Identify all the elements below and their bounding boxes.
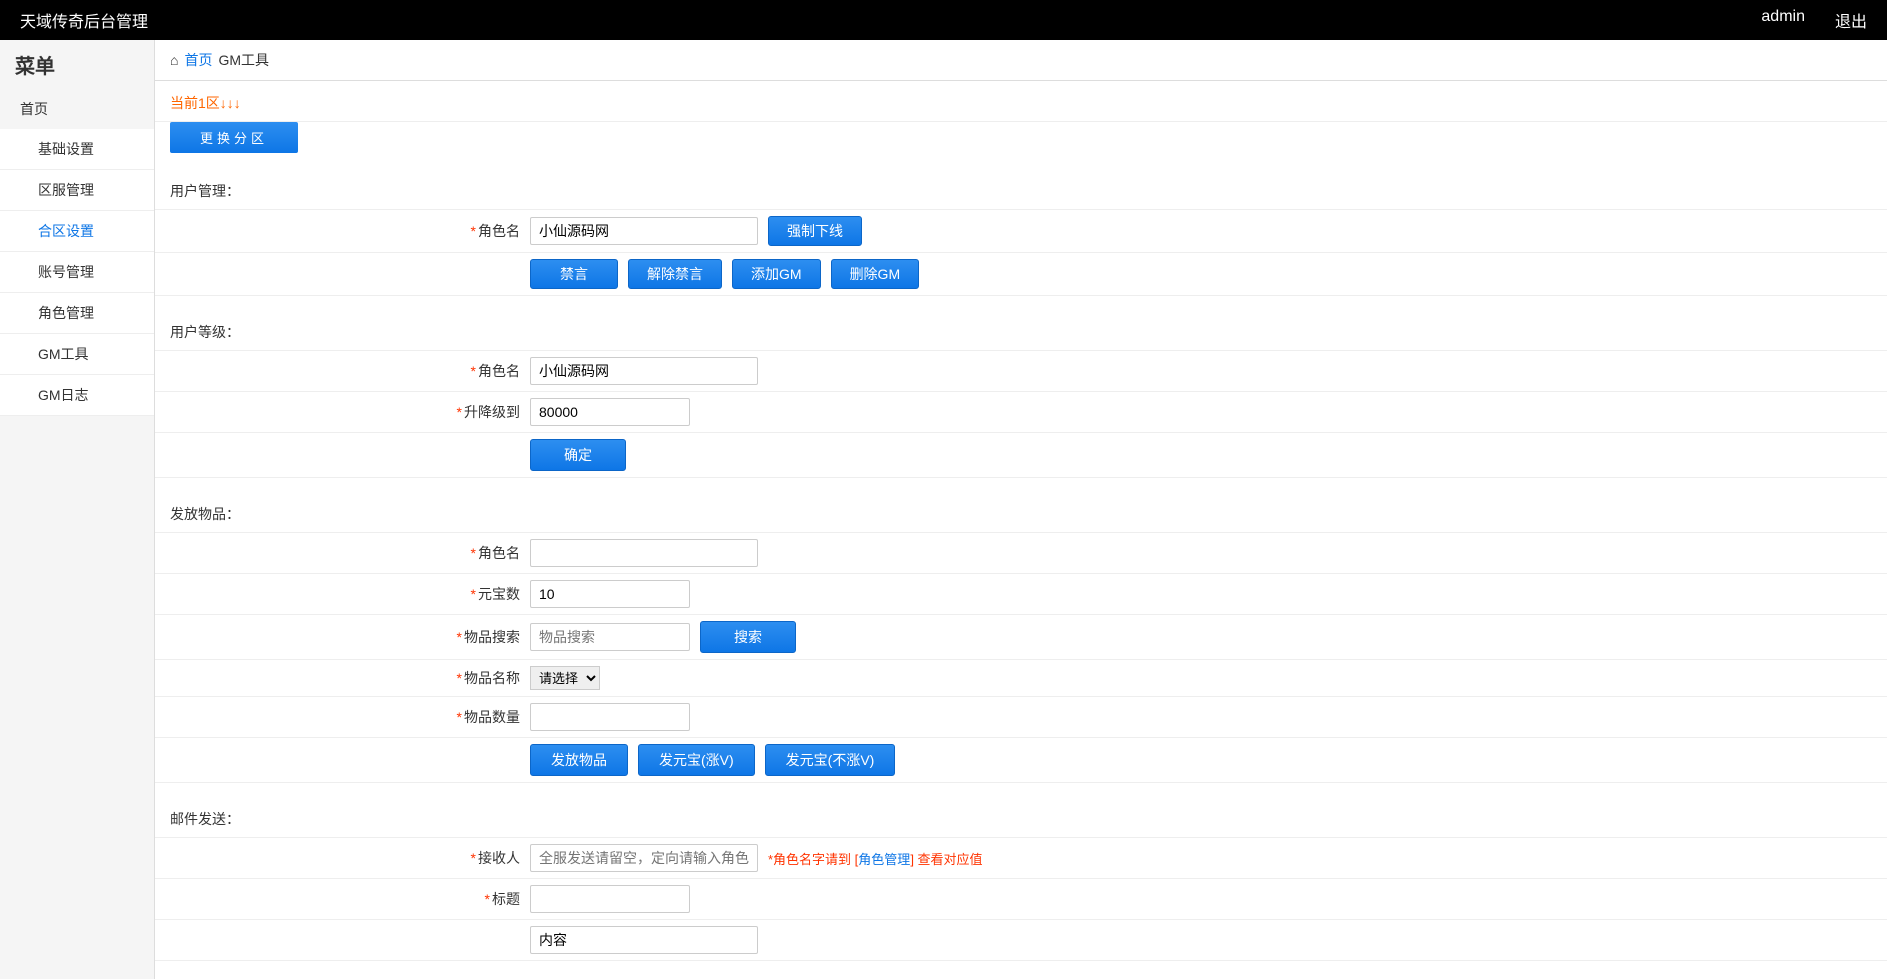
gi-role-input[interactable]	[530, 539, 758, 567]
app-title: 天域传奇后台管理	[20, 8, 148, 32]
home-icon: ⌂	[170, 52, 178, 68]
gi-yuanbao-label: 元宝数	[478, 586, 520, 602]
mail-recipient-input[interactable]	[530, 844, 758, 872]
give-item-title: 发放物品：	[155, 496, 1887, 532]
mail-recipient-label: 接收人	[478, 850, 520, 866]
mail-hint-link[interactable]: 角色管理	[858, 852, 910, 867]
user-link[interactable]: admin	[1761, 8, 1805, 32]
mail-subject-input[interactable]	[530, 885, 690, 913]
sidebar: 菜单 首页 基础设置 区服管理 合区设置 账号管理 角色管理 GM工具 GM日志	[0, 40, 155, 979]
mail-subject-label: 标题	[492, 891, 520, 907]
mute-button[interactable]: 禁言	[530, 259, 618, 289]
gi-search-input[interactable]	[530, 623, 690, 651]
change-zone-button[interactable]: 更换分区	[170, 122, 298, 153]
current-zone-label: 当前1区↓↓↓	[155, 81, 1887, 121]
user-level-title: 用户等级：	[155, 314, 1887, 350]
gi-role-label: 角色名	[478, 545, 520, 561]
logout-link[interactable]: 退出	[1835, 8, 1867, 32]
user-manage-title: 用户管理：	[155, 173, 1887, 209]
sidebar-title: 菜单	[0, 40, 154, 89]
gi-yuanbao-input[interactable]	[530, 580, 690, 608]
gi-item-count-label: 物品数量	[464, 709, 520, 725]
sidebar-item-gm-logs[interactable]: GM日志	[0, 375, 154, 416]
ul-role-label: 角色名	[478, 363, 520, 379]
remove-gm-button[interactable]: 删除GM	[831, 259, 920, 289]
header-right: admin 退出	[1761, 8, 1867, 32]
mail-content-input[interactable]	[530, 926, 758, 954]
user-manage-section: 用户管理： *角色名 强制下线 禁言 解除禁言 添加GM 删除GM	[155, 173, 1887, 296]
breadcrumb: ⌂ 首页 GM工具	[155, 40, 1887, 81]
mail-title: 邮件发送：	[155, 801, 1887, 837]
breadcrumb-home[interactable]: 首页	[184, 50, 212, 70]
give-item-button[interactable]: 发放物品	[530, 744, 628, 776]
gi-item-name-select[interactable]: 请选择	[530, 666, 600, 690]
gi-item-count-input[interactable]	[530, 703, 690, 731]
give-item-section: 发放物品： *角色名 *元宝数 *物品搜索 搜索	[155, 496, 1887, 783]
gi-search-button[interactable]: 搜索	[700, 621, 796, 653]
main-content: ⌂ 首页 GM工具 当前1区↓↓↓ 更换分区 用户管理： *角色名 强制下线 禁…	[155, 40, 1887, 979]
sidebar-item-merge-settings[interactable]: 合区设置	[0, 211, 154, 252]
sidebar-item-role-manage[interactable]: 角色管理	[0, 293, 154, 334]
ul-role-input[interactable]	[530, 357, 758, 385]
add-gm-button[interactable]: 添加GM	[732, 259, 821, 289]
give-yuanbao-novip-button[interactable]: 发元宝(不涨V)	[765, 744, 896, 776]
mail-hint: *角色名字请到 [角色管理] 查看对应值	[768, 849, 983, 868]
sidebar-item-gm-tools[interactable]: GM工具	[0, 334, 154, 375]
gi-search-label: 物品搜索	[464, 629, 520, 645]
um-role-label: 角色名	[478, 223, 520, 239]
um-role-input[interactable]	[530, 217, 758, 245]
header: 天域传奇后台管理 admin 退出	[0, 0, 1887, 40]
unmute-button[interactable]: 解除禁言	[628, 259, 722, 289]
sidebar-item-basic-settings[interactable]: 基础设置	[0, 129, 154, 170]
ul-level-label: 升降级到	[464, 404, 520, 420]
breadcrumb-current: GM工具	[218, 50, 269, 70]
give-yuanbao-vip-button[interactable]: 发元宝(涨V)	[638, 744, 755, 776]
mail-section: 邮件发送： *接收人 *角色名字请到 [角色管理] 查看对应值 *标题	[155, 801, 1887, 961]
sidebar-item-account-manage[interactable]: 账号管理	[0, 252, 154, 293]
ul-level-input[interactable]	[530, 398, 690, 426]
gi-item-name-label: 物品名称	[464, 670, 520, 686]
sidebar-home[interactable]: 首页	[0, 89, 154, 129]
user-level-section: 用户等级： *角色名 *升降级到 确定	[155, 314, 1887, 478]
sidebar-item-zone-manage[interactable]: 区服管理	[0, 170, 154, 211]
force-offline-button[interactable]: 强制下线	[768, 216, 862, 246]
ul-confirm-button[interactable]: 确定	[530, 439, 626, 471]
